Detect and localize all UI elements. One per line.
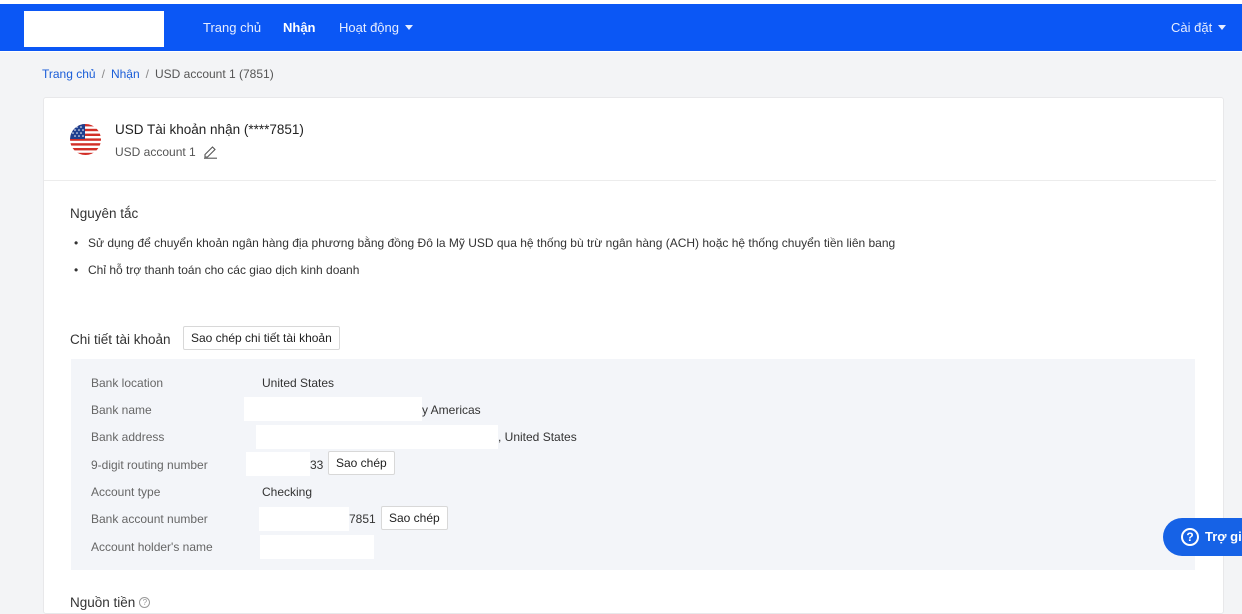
detail-value-account-number: 7851 xyxy=(349,512,376,526)
help-chat-button[interactable]: ? Trợ gi xyxy=(1163,518,1242,556)
principle-item: Sử dụng để chuyển khoản ngân hàng địa ph… xyxy=(74,236,895,250)
account-nickname: USD account 1 xyxy=(115,145,196,159)
nav-settings-label: Cài đặt xyxy=(1171,20,1213,35)
detail-value-bank-address: , United States xyxy=(498,430,577,444)
breadcrumb-separator: / xyxy=(145,67,149,81)
detail-label-bank-location: Bank location xyxy=(91,376,164,390)
funding-source-title: Nguồn tiền? xyxy=(70,595,151,610)
redacted-mask xyxy=(244,397,422,421)
nav-activity[interactable]: Hoạt động xyxy=(339,20,413,35)
nav-settings[interactable]: Cài đặt xyxy=(1171,20,1227,35)
breadcrumb-receive[interactable]: Nhận xyxy=(111,67,140,81)
redacted-mask xyxy=(260,535,374,559)
question-circle-icon: ? xyxy=(1181,528,1199,546)
detail-label-account-type: Account type xyxy=(91,485,161,499)
breadcrumb: Trang chủ / Nhận / USD account 1 (7851) xyxy=(42,67,274,81)
chevron-down-icon xyxy=(1218,25,1227,31)
copy-account-number-button[interactable]: Sao chép xyxy=(381,506,448,530)
detail-value-account-type: Checking xyxy=(262,485,313,499)
copy-account-details-button[interactable]: Sao chép chi tiết tài khoản xyxy=(183,326,340,350)
section-divider xyxy=(44,180,1216,181)
copy-routing-number-button[interactable]: Sao chép xyxy=(328,451,395,475)
top-navigation: Trang chủ Nhận Hoạt động Cài đặt xyxy=(0,4,1242,51)
detail-label-routing-number: 9-digit routing number xyxy=(91,458,208,472)
detail-label-account-holder: Account holder's name xyxy=(91,540,213,554)
redacted-mask xyxy=(256,425,498,449)
breadcrumb-home[interactable]: Trang chủ xyxy=(42,67,96,81)
nav-home[interactable]: Trang chủ xyxy=(203,20,261,35)
principle-text: Chỉ hỗ trợ thanh toán cho các giao dịch … xyxy=(88,263,360,277)
edit-pencil-icon[interactable] xyxy=(203,144,218,159)
question-circle-icon[interactable]: ? xyxy=(139,596,151,608)
detail-label-bank-name: Bank name xyxy=(91,403,152,417)
breadcrumb-current: USD account 1 (7851) xyxy=(154,67,274,81)
redacted-mask xyxy=(259,507,349,531)
detail-label-account-number: Bank account number xyxy=(91,512,208,526)
principle-text: Sử dụng để chuyển khoản ngân hàng địa ph… xyxy=(88,236,896,250)
help-label: Trợ gi xyxy=(1205,529,1242,544)
logo[interactable] xyxy=(24,11,164,47)
detail-value-bank-name: y Americas xyxy=(422,403,481,417)
detail-label-bank-address: Bank address xyxy=(91,430,165,444)
nav-activity-label: Hoạt động xyxy=(339,20,399,35)
account-details-title: Chi tiết tài khoản xyxy=(70,332,171,347)
nav-receive[interactable]: Nhận xyxy=(283,20,316,35)
account-details-panel xyxy=(71,359,1195,570)
funding-source-label: Nguồn tiền xyxy=(70,595,136,610)
account-title: USD Tài khoản nhận (****7851) xyxy=(115,122,304,137)
principle-item: Chỉ hỗ trợ thanh toán cho các giao dịch … xyxy=(74,263,359,277)
redacted-mask xyxy=(246,452,310,476)
detail-value-bank-location: United States xyxy=(262,376,335,390)
breadcrumb-separator: / xyxy=(101,67,105,81)
principles-title: Nguyên tắc xyxy=(70,206,139,221)
chevron-down-icon xyxy=(405,25,413,31)
us-flag-icon xyxy=(70,124,101,155)
detail-value-routing-number: 33 xyxy=(310,458,324,472)
